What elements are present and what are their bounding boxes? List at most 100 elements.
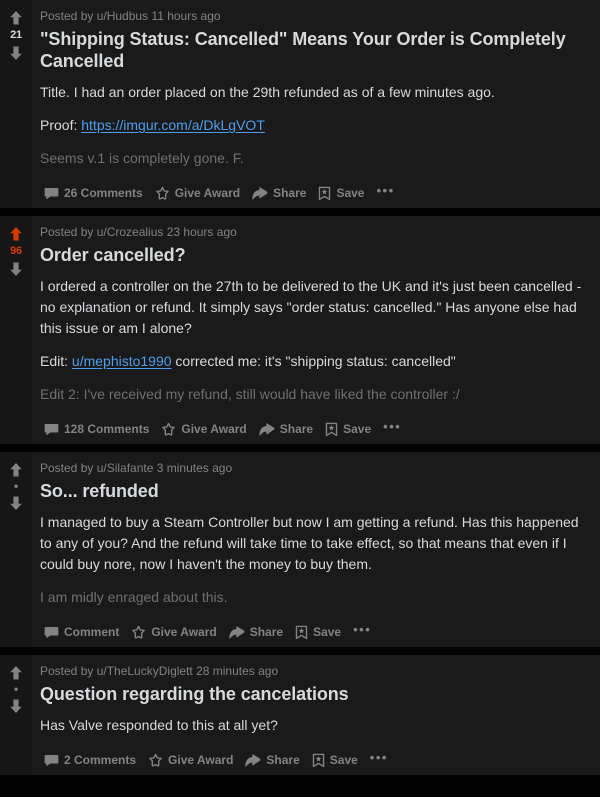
post-body: Posted by u/Hudbus 11 hours ago "Shipping… (32, 0, 600, 208)
vote-column: • (0, 452, 32, 647)
more-options-icon: ••• (353, 622, 372, 637)
comment-bubble-icon (44, 625, 59, 640)
more-options-button[interactable]: ••• (372, 182, 398, 204)
vote-column: 21 (0, 0, 32, 208)
comments-button-label: 2 Comments (64, 753, 137, 767)
award-star-icon (131, 625, 146, 640)
selftext-label-rest: corrected me: it's "shipping status: can… (171, 353, 456, 369)
save-button-label: Save (329, 753, 358, 767)
save-bookmark-icon (325, 422, 338, 437)
upvote-button[interactable] (7, 664, 25, 682)
vote-column: 96 (0, 216, 32, 444)
downvote-button[interactable] (7, 697, 25, 715)
give-award-button[interactable]: Give Award (144, 748, 237, 772)
post-action-bar: 2 Comments Give Award Share Save ••• (40, 745, 592, 775)
save-button-label: Save (313, 625, 342, 639)
post-byline: Posted by u/Silafante 3 minutes ago (40, 461, 233, 475)
post-card: • Posted by u/Silafante 3 minutes ago So..… (0, 452, 600, 647)
share-button-label: Share (249, 625, 284, 639)
post-action-bar: 128 Comments Give Award Share Save ••• (40, 414, 592, 444)
vote-score: 21 (10, 29, 22, 41)
downvote-button[interactable] (7, 260, 25, 278)
post-feed: 21 Posted by u/Hudbus 11 hours ago "Shippi… (0, 0, 600, 775)
share-arrow-icon (252, 186, 268, 201)
save-button[interactable]: Save (291, 620, 345, 644)
post-action-bar: 26 Comments Give Award Share Save ••• (40, 178, 592, 208)
comments-button[interactable]: 26 Comments (40, 181, 147, 205)
upvote-button[interactable] (7, 9, 25, 27)
share-arrow-icon (229, 625, 245, 640)
give-award-button-label: Give Award (168, 753, 234, 767)
award-star-icon (161, 422, 176, 437)
more-options-button[interactable]: ••• (379, 418, 405, 440)
give-award-button[interactable]: Give Award (127, 620, 220, 644)
comments-button[interactable]: 2 Comments (40, 748, 140, 772)
downvote-button[interactable] (7, 494, 25, 512)
upvote-button[interactable] (7, 461, 25, 479)
post-selftext: Title. I had an order placed on the 29th… (40, 82, 592, 169)
share-button-label: Share (273, 186, 307, 200)
share-button[interactable]: Share (255, 417, 317, 441)
share-arrow-icon (245, 753, 261, 768)
vote-column: • (0, 655, 32, 775)
post-byline: Posted by u/TheLuckyDiglett 28 minutes a… (40, 664, 279, 678)
save-button-label: Save (336, 186, 365, 200)
more-options-icon: ••• (369, 750, 388, 765)
post-byline: Posted by u/Crozealius 23 hours ago (40, 225, 237, 239)
share-arrow-icon (259, 422, 275, 437)
comments-button[interactable]: 128 Comments (40, 417, 153, 441)
selftext-link[interactable]: u/mephisto1990 (72, 353, 172, 369)
save-button[interactable]: Save (321, 417, 375, 441)
comment-bubble-icon (44, 422, 59, 437)
comments-button-label: 26 Comments (64, 186, 143, 200)
selftext-label: Edit: (40, 353, 72, 369)
share-button[interactable]: Share (248, 181, 310, 205)
post-title[interactable]: Order cancelled? (40, 244, 592, 266)
selftext-paragraph: Has Valve responded to this at all yet? (40, 717, 278, 733)
share-button-label: Share (266, 753, 300, 767)
give-award-button[interactable]: Give Award (151, 181, 244, 205)
post-selftext: I managed to buy a Steam Controller but … (40, 512, 592, 608)
upvote-button[interactable] (7, 225, 25, 243)
give-award-button-label: Give Award (174, 186, 241, 200)
more-options-icon: ••• (376, 183, 395, 198)
comments-button[interactable]: Comment (40, 620, 123, 644)
share-button[interactable]: Share (225, 620, 287, 644)
vote-score: • (13, 479, 18, 493)
share-button[interactable]: Share (241, 748, 303, 772)
post-body: Posted by u/Silafante 3 minutes ago So...… (32, 452, 600, 647)
selftext-paragraph: Title. I had an order placed on the 29th… (40, 84, 495, 100)
comments-button-label: Comment (64, 625, 120, 639)
save-bookmark-icon (312, 753, 325, 768)
save-bookmark-icon (295, 625, 308, 640)
give-award-button[interactable]: Give Award (157, 417, 250, 441)
downvote-button[interactable] (7, 44, 25, 62)
comments-button-label: 128 Comments (64, 422, 150, 436)
save-button[interactable]: Save (314, 181, 368, 205)
selftext-paragraph: I ordered a controller on the 27th to be… (40, 278, 582, 336)
selftext-paragraph-faded: Seems v.1 is completely gone. F. (40, 150, 244, 166)
give-award-button-label: Give Award (181, 422, 247, 436)
more-options-button[interactable]: ••• (366, 749, 392, 771)
more-options-button[interactable]: ••• (349, 621, 375, 643)
post-title[interactable]: Question regarding the cancelations (40, 683, 592, 705)
post-title[interactable]: "Shipping Status: Cancelled" Means Your … (40, 28, 592, 72)
give-award-button-label: Give Award (151, 625, 217, 639)
selftext-paragraph: I managed to buy a Steam Controller but … (40, 514, 579, 572)
save-button[interactable]: Save (308, 748, 362, 772)
save-bookmark-icon (318, 186, 331, 201)
comment-bubble-icon (44, 186, 59, 201)
post-card: 96 Posted by u/Crozealius 23 hours ago Ord… (0, 216, 600, 444)
selftext-paragraph: Proof: https://imgur.com/a/DkLgVOT (40, 115, 592, 136)
post-title[interactable]: So... refunded (40, 480, 592, 502)
post-selftext: I ordered a controller on the 27th to be… (40, 276, 592, 405)
post-body: Posted by u/TheLuckyDiglett 28 minutes a… (32, 655, 600, 775)
post-card: 21 Posted by u/Hudbus 11 hours ago "Shippi… (0, 0, 600, 208)
vote-score: • (13, 682, 18, 696)
selftext-link[interactable]: https://imgur.com/a/DkLgVOT (81, 117, 265, 133)
award-star-icon (148, 753, 163, 768)
comment-bubble-icon (44, 753, 59, 768)
post-byline: Posted by u/Hudbus 11 hours ago (40, 9, 221, 23)
selftext-paragraph-faded: I am midly enraged about this. (40, 589, 228, 605)
more-options-icon: ••• (383, 419, 402, 434)
